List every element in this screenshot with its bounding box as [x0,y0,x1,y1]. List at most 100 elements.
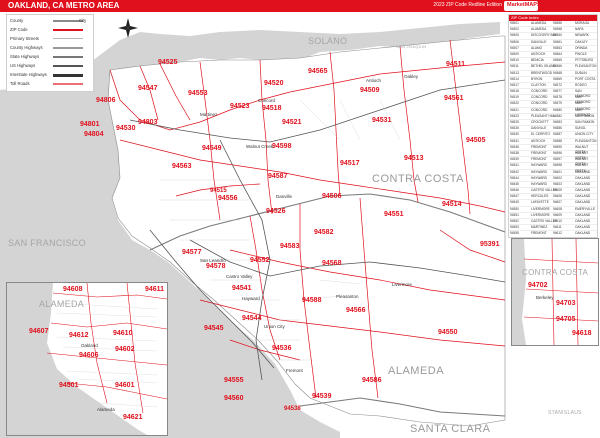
zip-label: 94521 [282,119,302,126]
zip-index-code: 94531 [510,138,519,143]
city-label: San Leandro [200,258,226,263]
zip-index-code: 94513 [510,70,519,75]
zip-index-city: FREMONT [531,144,547,149]
legend-swatch-state-hwy [53,56,83,58]
zip-label: 94586 [362,377,382,384]
inset-right-zip-label: 94702 [528,282,548,289]
inset-zip-label: 94610 [113,330,133,337]
inset-zip-boundary [46,352,167,366]
zip-index-code: 94569 [553,76,562,81]
zip-label: 94588 [302,297,322,304]
inset-zip-label: 94612 [69,332,89,339]
zip-index-city: FREMONT [531,157,547,162]
legend-item-interstate: Interstate Highways [10,72,47,77]
zip-index-city: NEWARK [575,33,589,38]
zip-index-code: 94525 [510,120,519,124]
zip-index-city: HAYWARD [531,163,547,168]
inset-right-zip-boundary [523,258,598,264]
zip-index-city: PITTSBURG [575,58,594,63]
zip-index-city: SUNOL [575,126,586,131]
zip-index-code: 94603 [553,181,562,186]
zip-index-city: ALAMEDA [531,27,547,32]
county-label-san-joaquin: SAN JOAQUIN [396,44,426,49]
inset-zip-label: 94611 [145,286,164,293]
zip-index-code: 94506 [510,39,519,44]
legend-item-primary-streets: Primary Streets [10,36,39,41]
zip-index-city: DANVILLE [531,39,547,44]
inset-right-city-label-berkeley: Berkeley [536,295,554,300]
zip-index-code: 94555 [510,231,519,236]
zip-index-code: 94549 [510,200,519,205]
zip-label: 94513 [404,155,424,162]
zip-label: 94587 [268,173,288,180]
inset-zip-label: 94501 [59,382,79,389]
compass-north-arrow [126,18,130,28]
zip-label: 94583 [280,243,300,250]
zip-index-code: 94598 [553,163,562,168]
zip-index-city: OAKLAND [575,169,591,174]
city-label: Concord [258,98,276,103]
zip-index-table: ZIP Code Index 94501 ALAMEDA 94556 MORAGA 94… [508,14,598,238]
zip-index-code: 94596 [553,150,562,155]
county-label-contra-costa: CONTRA COSTA [372,173,464,185]
zip-index-code: 94514 [510,76,519,81]
zip-index-code: 94539 [510,157,519,162]
zip-label: 94578 [206,263,226,270]
zip-index-code: 94545 [510,181,519,186]
zip-label: 94806 [96,97,116,104]
zip-index-city: OAKLEY [575,39,588,44]
zip-index-city: OAKLAND [575,219,591,223]
inset-right-county-label: CONTRA COSTA [522,268,588,277]
zip-index-city: CROCKETT [531,120,549,124]
city-label: Union City [264,324,286,329]
zip-index-city: ANTIOCH [531,51,546,56]
zip-index-code: 94560 [553,33,562,38]
zip-index-city: CLAYTON [531,82,546,87]
zip-label: 94539 [312,393,332,400]
zip-label: 94803 [138,119,158,126]
zip-label: 94582 [314,229,334,236]
zip-index-code: 94552 [510,219,519,223]
city-label: Livermore [392,282,413,287]
zip-index-code: 94520 [510,101,519,106]
legend-city-label: City [79,18,87,23]
zip-index-city: MORAGA [575,21,590,25]
zip-label: 94547 [138,85,158,92]
zip-index-city: PORT COSTA [575,76,596,81]
zip-index-code: 94611 [553,225,562,230]
zip-index-code: 94526 [510,126,519,131]
zip-label: 94598 [272,143,292,150]
inset-right-zip-label: 94618 [572,330,592,337]
zip-label: 94525 [158,59,178,66]
zip-index-code: 94609 [553,212,562,217]
inset-county-label-alameda: ALAMEDA [39,299,84,309]
zip-label: 94552 [250,257,270,264]
zip-index-code: 94579 [553,101,562,106]
zip-label: 94561 [444,95,464,102]
legend-swatch-county-hwy [53,47,83,49]
zip-label: 94520 [264,80,284,87]
zip-index-city: BYRON [531,76,543,81]
zip-label: 94566 [346,307,366,314]
zip-label: 94505 [466,137,486,144]
zip-index-code: 94582 [553,113,562,118]
zip-index-city: ANTIOCH [531,138,546,143]
map-legend: County ZIP Code Primary Streets County H… [6,14,94,92]
zip-index-city: MARTINEZ [531,225,548,230]
legend-item-toll-roads: Toll Roads [10,81,30,86]
zip-index-code: 94544 [510,175,519,180]
inset-right-zip-boundary [525,288,598,294]
zip-label: 94515 [210,188,227,194]
zip-index-city: EMERYVILLE [575,206,595,211]
zip-index-city: FREMONT [531,150,547,155]
zip-label: 94804 [84,131,104,138]
zip-label: 94556 [218,195,238,202]
county-label-stanislaus: STANISLAUS [548,410,582,416]
zip-index-city: LIVERMORE [531,206,550,211]
zip-index-code: 94563 [553,45,562,50]
zip-index-code: 94568 [553,70,562,75]
zip-index-code: 94580 [553,107,562,112]
zip-index-city: LIVERMORE [531,212,550,217]
zip-index-city: OAKLAND [575,188,591,193]
zip-label: 94565 [308,68,328,75]
